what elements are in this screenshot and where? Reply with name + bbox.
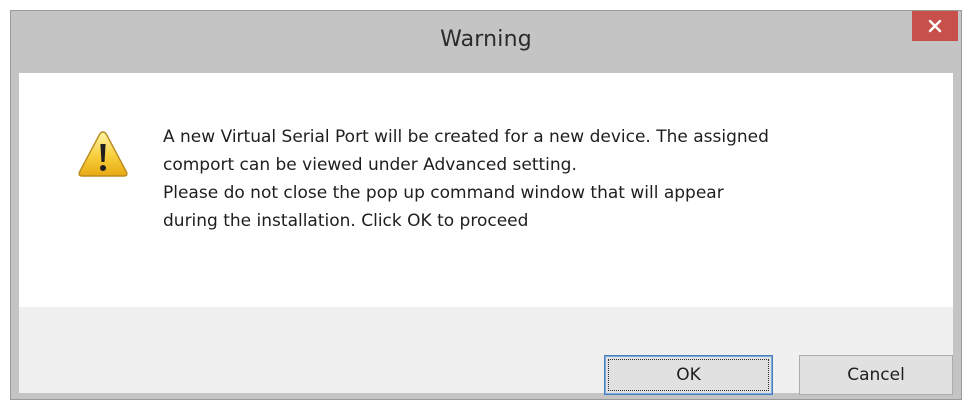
ok-button[interactable]: OK [604, 355, 773, 395]
screen: Warning A new Virtual Serial Port will b… [0, 0, 977, 403]
warning-dialog: Warning A new Virtual Serial Port will b… [10, 10, 962, 400]
message-line: during the installation. Click OK to pro… [163, 211, 529, 231]
warning-message: A new Virtual Serial Port will be create… [163, 123, 933, 235]
dialog-title: Warning [440, 27, 532, 52]
dialog-body: A new Virtual Serial Port will be create… [19, 73, 953, 395]
cancel-button[interactable]: Cancel [799, 355, 953, 395]
message-line: Please do not close the pop up command w… [163, 183, 724, 203]
message-area: A new Virtual Serial Port will be create… [19, 73, 953, 307]
message-line: A new Virtual Serial Port will be create… [163, 127, 769, 147]
warning-icon [78, 131, 128, 177]
close-icon [928, 19, 942, 33]
button-bar: OK Cancel [19, 307, 953, 395]
close-button[interactable] [912, 11, 958, 41]
focus-rectangle [608, 359, 769, 391]
cancel-button-label: Cancel [847, 365, 905, 385]
title-bar[interactable]: Warning [11, 11, 961, 73]
message-line: comport can be viewed under Advanced set… [163, 155, 577, 175]
